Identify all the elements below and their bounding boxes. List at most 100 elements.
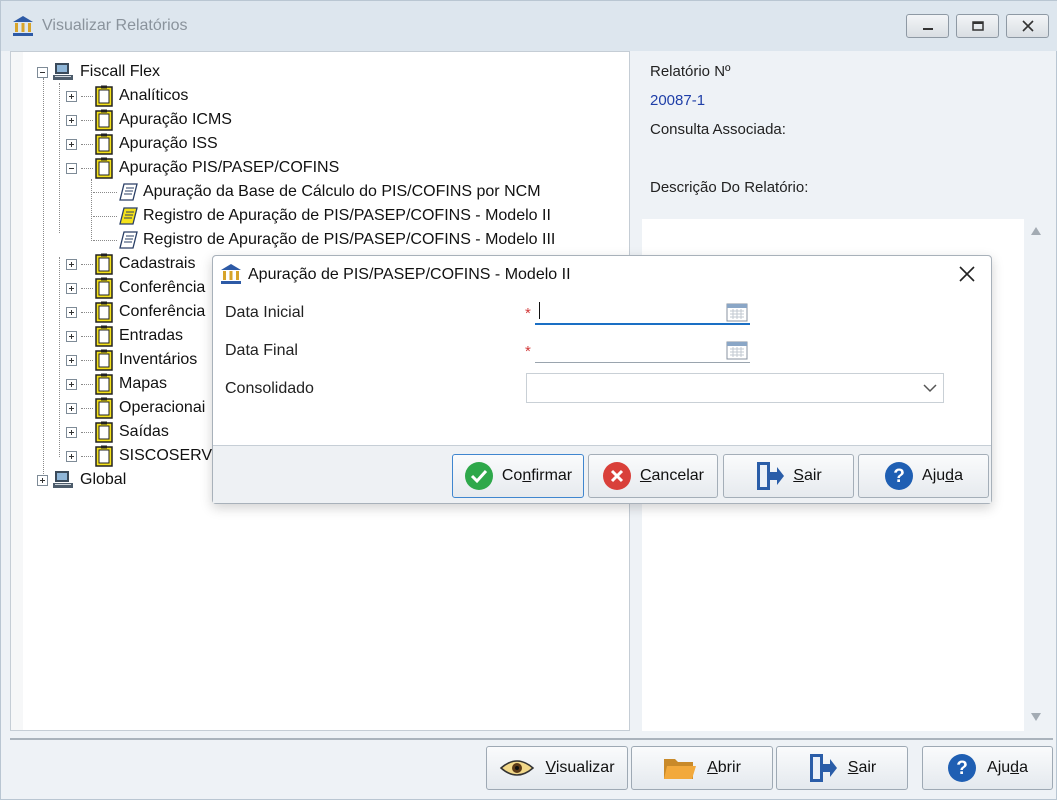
minimize-button[interactable] bbox=[906, 14, 949, 38]
close-icon bbox=[1022, 20, 1034, 32]
tree-node-apuracao-iss[interactable]: Apuração ISS bbox=[66, 133, 218, 155]
exit-button[interactable]: Sair bbox=[776, 746, 908, 790]
expand-icon[interactable] bbox=[66, 330, 77, 342]
tree-label: SISCOSERV bbox=[119, 447, 213, 464]
expand-icon[interactable] bbox=[66, 114, 77, 126]
tree-node-siscoserv[interactable]: SISCOSERV bbox=[66, 445, 212, 467]
tree-label: Fiscall Flex bbox=[80, 63, 161, 80]
restore-button[interactable] bbox=[956, 14, 999, 38]
tree-node-operacionais[interactable]: Operacionai bbox=[66, 397, 205, 419]
help-icon: ? bbox=[885, 462, 914, 490]
main-window: Visualizar Relatórios Fiscall Flex Analí… bbox=[0, 0, 1057, 800]
tree-node-saidas[interactable]: Saídas bbox=[66, 421, 169, 443]
tree-node-inventarios[interactable]: Inventários bbox=[66, 349, 197, 371]
end-date-field[interactable] bbox=[535, 335, 750, 363]
calendar-icon[interactable] bbox=[726, 340, 748, 360]
help-button-label: Ajuda bbox=[987, 759, 1028, 776]
expand-icon[interactable] bbox=[66, 282, 77, 294]
help-button[interactable]: ? Ajuda bbox=[922, 746, 1053, 790]
collapse-icon[interactable] bbox=[37, 66, 48, 78]
tree-node-cadastrais[interactable]: Cadastrais bbox=[66, 253, 195, 275]
dialog-help-button-label: Ajuda bbox=[922, 467, 963, 484]
start-date-label: Data Inicial bbox=[225, 304, 305, 321]
scroll-down-icon[interactable] bbox=[1031, 713, 1041, 721]
tree-node-entradas[interactable]: Entradas bbox=[66, 325, 183, 347]
expand-icon[interactable] bbox=[37, 474, 48, 486]
required-marker: * bbox=[525, 343, 531, 360]
consolidated-label: Consolidado bbox=[225, 380, 314, 397]
description-scrollbar[interactable] bbox=[1025, 219, 1047, 731]
tree-label: Apuração da Base de Cálculo do PIS/COFIN… bbox=[143, 183, 541, 200]
tree-label: Conferência bbox=[119, 279, 206, 296]
tree-leaf-base-calculo-ncm[interactable]: Apuração da Base de Cálculo do PIS/COFIN… bbox=[93, 181, 541, 203]
start-date-field[interactable] bbox=[535, 297, 750, 325]
help-icon: ? bbox=[948, 754, 977, 782]
confirm-button[interactable]: Confirmar bbox=[452, 454, 584, 498]
clipboard-icon bbox=[95, 445, 113, 467]
scroll-up-icon[interactable] bbox=[1031, 227, 1041, 235]
expand-icon[interactable] bbox=[66, 354, 77, 366]
clipboard-icon bbox=[95, 157, 113, 179]
expand-icon[interactable] bbox=[66, 258, 77, 270]
tree-label: Apuração ICMS bbox=[119, 111, 232, 128]
report-number-label: Relatório Nº bbox=[650, 63, 731, 80]
tree-node-analiticos[interactable]: Analíticos bbox=[66, 85, 188, 107]
expand-icon[interactable] bbox=[66, 306, 77, 318]
eye-icon bbox=[500, 760, 535, 776]
view-button[interactable]: Visualizar bbox=[486, 746, 628, 790]
exit-button-label: Sair bbox=[847, 759, 877, 776]
tree-leaf-registro-modelo-ii[interactable]: Registro de Apuração de PIS/PASEP/COFINS… bbox=[93, 205, 551, 227]
cancel-icon bbox=[602, 462, 631, 490]
tree-node-fiscall-flex[interactable]: Fiscall Flex bbox=[37, 61, 160, 83]
tree-node-mapas[interactable]: Mapas bbox=[66, 373, 167, 395]
chevron-down-icon[interactable] bbox=[923, 383, 937, 393]
cancel-button[interactable]: Cancelar bbox=[588, 454, 718, 498]
report-params-dialog: Apuração de PIS/PASEP/COFINS - Modelo II… bbox=[212, 255, 992, 504]
minimize-icon bbox=[923, 28, 933, 30]
collapse-icon[interactable] bbox=[66, 162, 77, 174]
tree-node-conferencia-2[interactable]: Conferência bbox=[66, 301, 205, 323]
tree-label: Entradas bbox=[119, 327, 184, 344]
clipboard-icon bbox=[95, 325, 113, 347]
consolidated-select[interactable] bbox=[526, 373, 944, 403]
expand-icon[interactable] bbox=[66, 138, 77, 150]
window-title: Visualizar Relatórios bbox=[42, 17, 188, 34]
dialog-form: Data Inicial * Data Final * Consolidado bbox=[213, 293, 991, 445]
report-icon bbox=[119, 231, 138, 249]
expand-icon[interactable] bbox=[66, 402, 77, 414]
svg-text:?: ? bbox=[893, 466, 905, 487]
dialog-title: Apuração de PIS/PASEP/COFINS - Modelo II bbox=[248, 266, 571, 283]
dialog-exit-button-label: Sair bbox=[793, 467, 822, 484]
dialog-help-button[interactable]: ? Ajuda bbox=[858, 454, 989, 498]
computer-icon bbox=[53, 63, 73, 80]
tree-label: Cadastrais bbox=[119, 255, 196, 272]
tree-node-conferencia-1[interactable]: Conferência bbox=[66, 277, 205, 299]
expand-icon[interactable] bbox=[66, 450, 77, 462]
clipboard-icon bbox=[95, 421, 113, 443]
exit-door-icon bbox=[809, 754, 837, 782]
confirm-button-label: Confirmar bbox=[501, 467, 573, 484]
open-button[interactable]: Abrir bbox=[631, 746, 773, 790]
tree-leaf-registro-modelo-iii[interactable]: Registro de Apuração de PIS/PASEP/COFINS… bbox=[93, 229, 555, 251]
description-label: Descrição Do Relatório: bbox=[650, 179, 809, 196]
clipboard-icon bbox=[95, 109, 113, 131]
close-button[interactable] bbox=[1006, 14, 1049, 38]
tree-node-apuracao-icms[interactable]: Apuração ICMS bbox=[66, 109, 232, 131]
close-icon[interactable] bbox=[957, 264, 977, 284]
calendar-icon[interactable] bbox=[726, 302, 748, 322]
tree-node-global[interactable]: Global bbox=[37, 469, 126, 491]
tree-node-apuracao-pis[interactable]: Apuração PIS/PASEP/COFINS bbox=[66, 157, 339, 179]
dialog-title-bar: Apuração de PIS/PASEP/COFINS - Modelo II bbox=[213, 256, 991, 293]
view-button-label: Visualizar bbox=[545, 759, 615, 776]
expand-icon[interactable] bbox=[66, 426, 77, 438]
dialog-exit-button[interactable]: Sair bbox=[723, 454, 854, 498]
expand-icon[interactable] bbox=[66, 90, 77, 102]
tree-label: Mapas bbox=[119, 375, 168, 392]
expand-icon[interactable] bbox=[66, 378, 77, 390]
tree-label: Analíticos bbox=[119, 87, 189, 104]
tree-label: Operacionai bbox=[119, 399, 206, 416]
tree-label: Global bbox=[80, 471, 127, 488]
end-date-label: Data Final bbox=[225, 342, 298, 359]
check-icon bbox=[464, 462, 493, 490]
open-button-label: Abrir bbox=[707, 759, 741, 776]
